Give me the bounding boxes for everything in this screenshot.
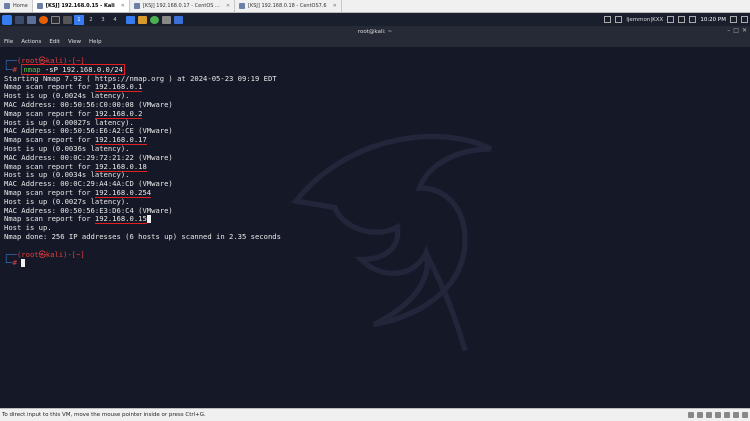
menu-edit[interactable]: Edit [49,39,60,45]
tab-centos-18[interactable]: [KSJ] 192.168.0.18 - CentOS7.6 ✕ [235,0,342,12]
menu-actions[interactable]: Actions [21,39,41,45]
text-cursor [21,259,26,268]
terminal-titlebar: root@kali: ~ – □ ✕ [0,26,750,37]
tab-label: Home [13,3,28,9]
panel-right: ljemmon|KXX 10:20 PM [604,13,748,26]
printer-icon[interactable] [733,412,739,418]
vm-statusbar: To direct input to this VM, move the mou… [0,408,750,421]
tab-label: [KSJ] 192.168.0.15 - Kali [45,3,115,9]
workspace-2[interactable]: 2 [86,15,96,25]
display-icon[interactable] [615,16,623,23]
screen-icon[interactable] [604,16,612,23]
show-desktop-icon[interactable] [15,15,24,24]
hdd-icon[interactable] [688,412,694,418]
tab-kali[interactable]: [KSJ] 192.168.0.15 - Kali ✕ [32,0,130,12]
vm-icon [36,3,43,9]
app-icon[interactable] [63,15,72,24]
display-device-icon[interactable] [742,412,748,418]
window-controls: – □ ✕ [727,27,747,34]
task-terminal-icon[interactable] [126,15,135,24]
text-cursor [146,215,151,224]
workspace-4[interactable]: 4 [110,15,120,25]
task-app2-icon[interactable] [174,15,183,24]
close-icon[interactable]: ✕ [226,3,230,9]
lock-icon[interactable] [730,16,737,23]
power-icon[interactable] [741,16,748,23]
network-icon[interactable] [689,16,697,23]
close-icon[interactable]: ✕ [333,3,337,9]
vm-icon [239,3,246,9]
task-chrome-icon[interactable] [150,15,159,24]
terminal-icon[interactable] [51,15,60,24]
usb-icon[interactable] [715,412,721,418]
terminal-output: ┌──(root㉿kali)-[~] └─# nmap -sP 192.168.0… [4,56,281,268]
scan-done-line: Nmap done: 256 IP addresses (6 hosts up)… [4,231,281,241]
minimize-icon[interactable]: – [727,27,730,34]
kali-top-panel: 1 2 3 4 ljemmon|KXX 10:20 PM [0,13,750,26]
vm-tab-bar: Home [KSJ] 192.168.0.15 - Kali ✕ [KSJ] 1… [0,0,750,13]
workspace-3[interactable]: 3 [98,15,108,25]
task-app-icon[interactable] [138,15,147,24]
task-window-icon[interactable] [162,15,171,24]
user-label[interactable]: ljemmon|KXX [626,17,663,23]
vm-icon [133,3,140,9]
tab-label: [KSJ] 192.168.0.17 - CentOS ... [142,3,220,9]
workspace-1[interactable]: 1 [74,14,84,25]
menu-view[interactable]: View [68,39,81,45]
tab-centos-17[interactable]: [KSJ] 192.168.0.17 - CentOS ... ✕ [130,0,236,12]
host-ip: 192.168.0.15 [94,214,147,225]
firefox-icon[interactable] [39,15,48,24]
prompt-top: ┌──(root㉿kali)-[~] [4,249,85,259]
window-title: root@kali: ~ [357,28,393,35]
status-text: To direct input to this VM, move the mou… [2,412,206,418]
command-line: └─# [4,258,281,268]
cd-icon[interactable] [697,412,703,418]
network-adapter-icon[interactable] [706,412,712,418]
home-icon [4,3,10,9]
close-icon[interactable]: ✕ [742,27,747,34]
close-icon[interactable]: ✕ [121,3,125,9]
terminal-body[interactable]: ┌──(root㉿kali)-[~] └─# nmap -sP 192.168.0… [0,47,750,408]
menu-file[interactable]: File [4,39,13,45]
menu-help[interactable]: Help [89,39,102,45]
sound-icon[interactable] [724,412,730,418]
clock[interactable]: 10:20 PM [700,17,726,23]
file-manager-icon[interactable] [27,15,36,24]
kali-menu-icon[interactable] [2,14,12,25]
device-icons [688,412,748,418]
notification-icon[interactable] [667,16,675,23]
tab-label: [KSJ] 192.168.0.18 - CentOS7.6 [248,3,327,9]
volume-icon[interactable] [678,16,686,23]
tab-home[interactable]: Home [0,0,33,12]
terminal-menubar: File Actions Edit View Help [0,37,750,47]
maximize-icon[interactable]: □ [733,27,739,34]
kali-dragon-icon [291,133,493,352]
